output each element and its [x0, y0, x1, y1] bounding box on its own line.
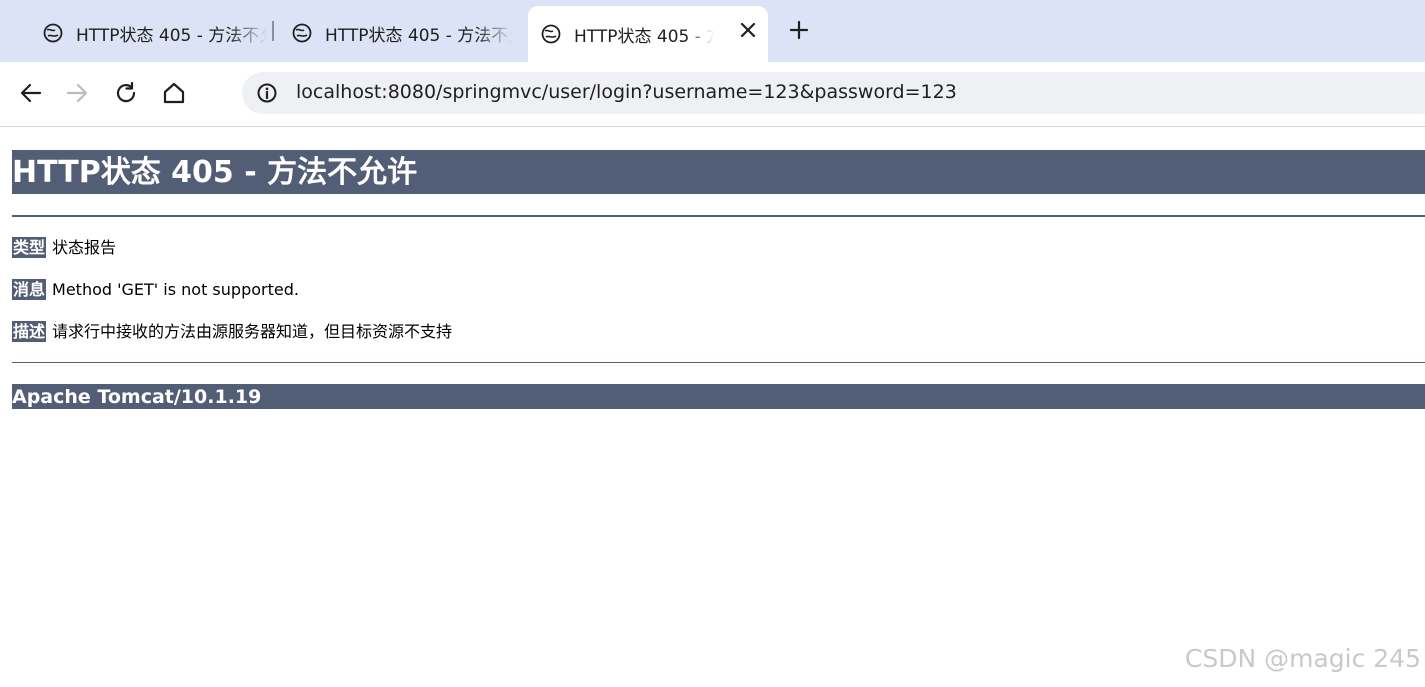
back-arrow-icon[interactable] — [18, 80, 44, 106]
globe-icon — [541, 24, 561, 44]
reload-icon[interactable] — [113, 80, 139, 106]
message-label: 消息 — [12, 279, 47, 300]
browser-tab-3-active[interactable]: HTTP状态 405 - 方法不允许 — [528, 6, 768, 62]
page-title: HTTP状态 405 - 方法不允许 — [12, 150, 1425, 194]
message-line: 消息 Method 'GET' is not supported. — [12, 279, 299, 301]
tab-title: HTTP状态 405 - 方法不允许 — [325, 25, 513, 46]
tab-separator — [272, 21, 274, 41]
description-label: 描述 — [12, 321, 47, 342]
message-value: Method 'GET' is not supported. — [52, 280, 299, 299]
browser-tab-2[interactable]: HTTP状态 405 - 方法不允许 — [291, 6, 513, 60]
type-line: 类型 状态报告 — [12, 237, 116, 259]
url-text[interactable]: localhost:8080/springmvc/user/login?user… — [296, 81, 957, 103]
address-bar[interactable]: localhost:8080/springmvc/user/login?user… — [242, 72, 1425, 114]
divider — [12, 215, 1425, 217]
new-tab-plus-icon[interactable] — [788, 19, 810, 41]
type-value: 状态报告 — [52, 238, 117, 257]
description-value: 请求行中接收的方法由源服务器知道，但目标资源不支持 — [52, 322, 453, 341]
forward-arrow-icon[interactable] — [64, 80, 90, 106]
close-icon[interactable] — [738, 20, 758, 40]
watermark: CSDN @magic 245 — [1184, 644, 1421, 673]
tab-title: HTTP状态 405 - 方法不允许 — [574, 26, 714, 47]
server-info: Apache Tomcat/10.1.19 — [12, 384, 1425, 409]
tab-title: HTTP状态 405 - 方法不允许 — [76, 25, 267, 46]
info-icon[interactable] — [256, 82, 278, 104]
browser-toolbar: localhost:8080/springmvc/user/login?user… — [0, 62, 1425, 127]
browser-tab-1[interactable]: HTTP状态 405 - 方法不允许 — [42, 6, 267, 60]
type-label: 类型 — [12, 237, 47, 258]
globe-icon — [292, 23, 312, 43]
divider — [12, 362, 1425, 363]
globe-icon — [43, 23, 63, 43]
description-line: 描述 请求行中接收的方法由源服务器知道，但目标资源不支持 — [12, 321, 452, 343]
tab-strip: HTTP状态 405 - 方法不允许 HTTP状态 405 - 方法不允许 HT… — [0, 0, 1425, 62]
home-icon[interactable] — [161, 80, 187, 106]
